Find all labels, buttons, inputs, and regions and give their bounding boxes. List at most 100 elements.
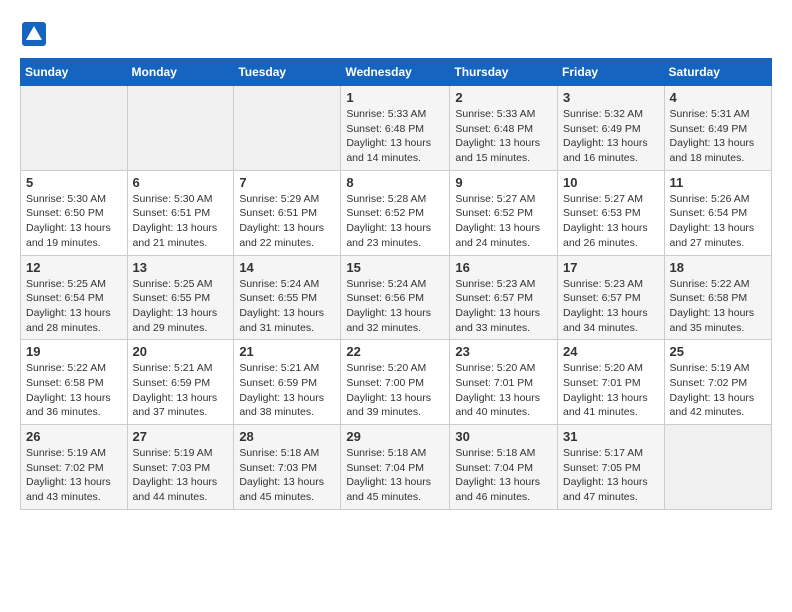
day-number: 10: [563, 175, 659, 190]
cell-info: Sunrise: 5:27 AM Sunset: 6:52 PM Dayligh…: [455, 192, 552, 251]
logo-icon: [20, 20, 48, 48]
cell-info: Sunrise: 5:24 AM Sunset: 6:55 PM Dayligh…: [239, 277, 335, 336]
day-header-saturday: Saturday: [664, 59, 771, 86]
day-number: 31: [563, 429, 659, 444]
cell-info: Sunrise: 5:19 AM Sunset: 7:02 PM Dayligh…: [26, 446, 122, 505]
day-header-sunday: Sunday: [21, 59, 128, 86]
calendar-cell: 17 Sunrise: 5:23 AM Sunset: 6:57 PM Dayli…: [558, 255, 665, 340]
day-number: 1: [346, 90, 444, 105]
cell-info: Sunrise: 5:17 AM Sunset: 7:05 PM Dayligh…: [563, 446, 659, 505]
cell-info: Sunrise: 5:20 AM Sunset: 7:01 PM Dayligh…: [455, 361, 552, 420]
cell-info: Sunrise: 5:18 AM Sunset: 7:03 PM Dayligh…: [239, 446, 335, 505]
cell-info: Sunrise: 5:28 AM Sunset: 6:52 PM Dayligh…: [346, 192, 444, 251]
calendar-cell: 2 Sunrise: 5:33 AM Sunset: 6:48 PM Daylig…: [450, 86, 558, 171]
cell-info: Sunrise: 5:20 AM Sunset: 7:00 PM Dayligh…: [346, 361, 444, 420]
day-number: 29: [346, 429, 444, 444]
day-number: 4: [670, 90, 766, 105]
day-header-wednesday: Wednesday: [341, 59, 450, 86]
calendar-cell: 30 Sunrise: 5:18 AM Sunset: 7:04 PM Dayli…: [450, 425, 558, 510]
calendar-cell: 28Sunrise: 5:18 AM Sunset: 7:03 PM Dayli…: [234, 425, 341, 510]
day-number: 16: [455, 260, 552, 275]
calendar-cell: 25 Sunrise: 5:19 AM Sunset: 7:02 PM Dayli…: [664, 340, 771, 425]
calendar-cell: [21, 86, 128, 171]
calendar-cell: 22Sunrise: 5:20 AM Sunset: 7:00 PM Dayli…: [341, 340, 450, 425]
day-header-thursday: Thursday: [450, 59, 558, 86]
week-row-3: 19 Sunrise: 5:22 AM Sunset: 6:58 PM Dayli…: [21, 340, 772, 425]
calendar-cell: [127, 86, 234, 171]
calendar-cell: 27 Sunrise: 5:19 AM Sunset: 7:03 PM Dayli…: [127, 425, 234, 510]
cell-info: Sunrise: 5:29 AM Sunset: 6:51 PM Dayligh…: [239, 192, 335, 251]
cell-info: Sunrise: 5:26 AM Sunset: 6:54 PM Dayligh…: [670, 192, 766, 251]
cell-info: Sunrise: 5:33 AM Sunset: 6:48 PM Dayligh…: [346, 107, 444, 166]
day-number: 3: [563, 90, 659, 105]
day-number: 17: [563, 260, 659, 275]
cell-info: Sunrise: 5:22 AM Sunset: 6:58 PM Dayligh…: [26, 361, 122, 420]
calendar-cell: 4 Sunrise: 5:31 AM Sunset: 6:49 PM Daylig…: [664, 86, 771, 171]
calendar-cell: 9 Sunrise: 5:27 AM Sunset: 6:52 PM Daylig…: [450, 170, 558, 255]
day-number: 6: [133, 175, 229, 190]
day-number: 26: [26, 429, 122, 444]
calendar-table: SundayMondayTuesdayWednesdayThursdayFrid…: [20, 58, 772, 510]
day-number: 21: [239, 344, 335, 359]
calendar-cell: 14 Sunrise: 5:24 AM Sunset: 6:55 PM Dayli…: [234, 255, 341, 340]
day-number: 19: [26, 344, 122, 359]
calendar-cell: 6 Sunrise: 5:30 AM Sunset: 6:51 PM Daylig…: [127, 170, 234, 255]
day-number: 23: [455, 344, 552, 359]
week-row-2: 12 Sunrise: 5:25 AM Sunset: 6:54 PM Dayli…: [21, 255, 772, 340]
cell-info: Sunrise: 5:18 AM Sunset: 7:04 PM Dayligh…: [455, 446, 552, 505]
cell-info: Sunrise: 5:21 AM Sunset: 6:59 PM Dayligh…: [239, 361, 335, 420]
calendar-cell: 26 Sunrise: 5:19 AM Sunset: 7:02 PM Dayli…: [21, 425, 128, 510]
cell-info: Sunrise: 5:18 AM Sunset: 7:04 PM Dayligh…: [346, 446, 444, 505]
calendar-cell: 15Sunrise: 5:24 AM Sunset: 6:56 PM Dayli…: [341, 255, 450, 340]
cell-info: Sunrise: 5:23 AM Sunset: 6:57 PM Dayligh…: [563, 277, 659, 336]
day-number: 27: [133, 429, 229, 444]
day-number: 7: [239, 175, 335, 190]
cell-info: Sunrise: 5:25 AM Sunset: 6:54 PM Dayligh…: [26, 277, 122, 336]
calendar-cell: [234, 86, 341, 171]
calendar-cell: 24 Sunrise: 5:20 AM Sunset: 7:01 PM Dayli…: [558, 340, 665, 425]
calendar-cell: 12 Sunrise: 5:25 AM Sunset: 6:54 PM Dayli…: [21, 255, 128, 340]
cell-info: Sunrise: 5:19 AM Sunset: 7:03 PM Dayligh…: [133, 446, 229, 505]
day-number: 18: [670, 260, 766, 275]
day-number: 13: [133, 260, 229, 275]
cell-info: Sunrise: 5:20 AM Sunset: 7:01 PM Dayligh…: [563, 361, 659, 420]
day-number: 5: [26, 175, 122, 190]
week-row-0: 1 Sunrise: 5:33 AM Sunset: 6:48 PM Daylig…: [21, 86, 772, 171]
cell-info: Sunrise: 5:33 AM Sunset: 6:48 PM Dayligh…: [455, 107, 552, 166]
day-number: 14: [239, 260, 335, 275]
day-number: 12: [26, 260, 122, 275]
calendar-cell: 8 Sunrise: 5:28 AM Sunset: 6:52 PM Daylig…: [341, 170, 450, 255]
calendar-cell: 21 Sunrise: 5:21 AM Sunset: 6:59 PM Dayli…: [234, 340, 341, 425]
calendar-cell: 20 Sunrise: 5:21 AM Sunset: 6:59 PM Dayli…: [127, 340, 234, 425]
week-row-1: 5 Sunrise: 5:30 AM Sunset: 6:50 PM Daylig…: [21, 170, 772, 255]
page-header: [20, 20, 772, 48]
day-number: 24: [563, 344, 659, 359]
calendar-cell: 11Sunrise: 5:26 AM Sunset: 6:54 PM Dayli…: [664, 170, 771, 255]
cell-info: Sunrise: 5:30 AM Sunset: 6:51 PM Dayligh…: [133, 192, 229, 251]
calendar-cell: 29 Sunrise: 5:18 AM Sunset: 7:04 PM Dayli…: [341, 425, 450, 510]
cell-info: Sunrise: 5:27 AM Sunset: 6:53 PM Dayligh…: [563, 192, 659, 251]
day-number: 9: [455, 175, 552, 190]
day-number: 25: [670, 344, 766, 359]
calendar-cell: 7 Sunrise: 5:29 AM Sunset: 6:51 PM Daylig…: [234, 170, 341, 255]
cell-info: Sunrise: 5:19 AM Sunset: 7:02 PM Dayligh…: [670, 361, 766, 420]
day-header-monday: Monday: [127, 59, 234, 86]
calendar-cell: [664, 425, 771, 510]
day-number: 20: [133, 344, 229, 359]
day-header-tuesday: Tuesday: [234, 59, 341, 86]
calendar-cell: 10 Sunrise: 5:27 AM Sunset: 6:53 PM Dayli…: [558, 170, 665, 255]
calendar-cell: 18 Sunrise: 5:22 AM Sunset: 6:58 PM Dayli…: [664, 255, 771, 340]
cell-info: Sunrise: 5:22 AM Sunset: 6:58 PM Dayligh…: [670, 277, 766, 336]
calendar-cell: 19 Sunrise: 5:22 AM Sunset: 6:58 PM Dayli…: [21, 340, 128, 425]
cell-info: Sunrise: 5:31 AM Sunset: 6:49 PM Dayligh…: [670, 107, 766, 166]
calendar-cell: 23 Sunrise: 5:20 AM Sunset: 7:01 PM Dayli…: [450, 340, 558, 425]
cell-info: Sunrise: 5:21 AM Sunset: 6:59 PM Dayligh…: [133, 361, 229, 420]
calendar-cell: 3Sunrise: 5:32 AM Sunset: 6:49 PM Daylig…: [558, 86, 665, 171]
days-header-row: SundayMondayTuesdayWednesdayThursdayFrid…: [21, 59, 772, 86]
calendar-cell: 16Sunrise: 5:23 AM Sunset: 6:57 PM Dayli…: [450, 255, 558, 340]
calendar-cell: 31 Sunrise: 5:17 AM Sunset: 7:05 PM Dayli…: [558, 425, 665, 510]
day-number: 8: [346, 175, 444, 190]
day-number: 2: [455, 90, 552, 105]
day-number: 30: [455, 429, 552, 444]
cell-info: Sunrise: 5:30 AM Sunset: 6:50 PM Dayligh…: [26, 192, 122, 251]
